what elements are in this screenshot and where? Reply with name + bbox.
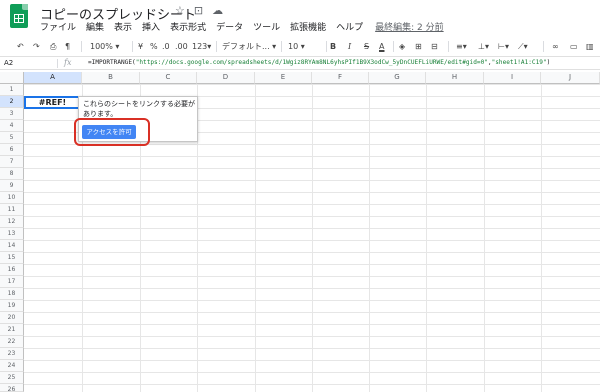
row-header[interactable]: 8 <box>0 168 24 180</box>
row-header[interactable]: 7 <box>0 156 24 168</box>
print-icon[interactable]: ⎙ <box>50 38 56 55</box>
move-folder-icon[interactable]: ⊡ <box>194 4 203 17</box>
row-header[interactable]: 19 <box>0 300 24 312</box>
strikethrough-button[interactable]: S <box>364 38 369 55</box>
row-header[interactable]: 18 <box>0 288 24 300</box>
horizontal-align-icon[interactable]: ≡▾ <box>456 38 467 55</box>
toolbar: ↶ ↷ ⎙ ¶ 100% ▾ ¥ % .0 .00 123▾ デフォルト... … <box>0 38 600 55</box>
cloud-status-icon[interactable]: ☁ <box>212 4 223 17</box>
star-icon[interactable]: ☆ <box>175 4 185 17</box>
menu-tools[interactable]: ツール <box>253 20 280 33</box>
row-header[interactable]: 11 <box>0 204 24 216</box>
row-header[interactable]: 21 <box>0 324 24 336</box>
decrease-decimal-button[interactable]: .0 <box>162 38 170 55</box>
formula-bar: A2 fx =IMPORTRANGE("https://docs.google.… <box>0 56 600 70</box>
popup-message: これらのシートをリンクする必要があります。 <box>83 100 195 118</box>
column-header-h[interactable]: H <box>426 72 484 84</box>
menu-view[interactable]: 表示 <box>114 20 132 33</box>
formula-input[interactable]: =IMPORTRANGE("https://docs.google.com/sp… <box>88 59 550 66</box>
menu-edit[interactable]: 編集 <box>86 20 104 33</box>
font-select[interactable]: デフォルト... ▾ <box>222 38 276 55</box>
menu-bar: ファイル 編集 表示 挿入 表示形式 データ ツール 拡張機能 ヘルプ 最終編集… <box>40 20 444 33</box>
row-header[interactable]: 1 <box>0 84 24 96</box>
menu-extensions[interactable]: 拡張機能 <box>290 20 326 33</box>
row-header[interactable]: 24 <box>0 360 24 372</box>
sheets-logo-icon[interactable] <box>10 4 28 28</box>
column-header-a[interactable]: A <box>24 72 82 84</box>
column-header-d[interactable]: D <box>197 72 255 84</box>
number-format-select[interactable]: 123▾ <box>192 38 211 55</box>
title-icons: ☆ ⊡ ☁ <box>175 4 223 17</box>
insert-link-icon[interactable]: ∞ <box>552 38 559 55</box>
menu-help[interactable]: ヘルプ <box>336 20 363 33</box>
menu-format[interactable]: 表示形式 <box>170 20 206 33</box>
vertical-align-icon[interactable]: ⊥▾ <box>478 38 489 55</box>
insert-comment-icon[interactable]: ▭ <box>570 38 578 55</box>
last-edit-link[interactable]: 最終編集: 2 分前 <box>375 20 443 33</box>
increase-decimal-button[interactable]: .00 <box>175 38 188 55</box>
row-header[interactable]: 22 <box>0 336 24 348</box>
insert-chart-icon[interactable]: ▥ <box>586 38 594 55</box>
row-header[interactable]: 23 <box>0 348 24 360</box>
text-wrap-icon[interactable]: ⊢▾ <box>498 38 509 55</box>
row-header[interactable]: 15 <box>0 252 24 264</box>
bold-button[interactable]: B <box>330 38 336 55</box>
row-header[interactable]: 13 <box>0 228 24 240</box>
allow-access-button[interactable]: アクセスを許可 <box>82 125 136 139</box>
percent-format-button[interactable]: % <box>150 38 158 55</box>
fill-color-icon[interactable]: ◈ <box>399 38 405 55</box>
column-header-j[interactable]: J <box>541 72 600 84</box>
column-header-f[interactable]: F <box>312 72 369 84</box>
zoom-select[interactable]: 100% ▾ <box>90 38 119 55</box>
active-cell-a2[interactable]: #REF! <box>24 96 81 109</box>
row-header[interactable]: 3 <box>0 108 24 120</box>
paint-format-icon[interactable]: ¶ <box>65 38 70 55</box>
currency-format-button[interactable]: ¥ <box>138 38 143 55</box>
app-header: コピーのスプレッドシート ☆ ⊡ ☁ ファイル 編集 表示 挿入 表示形式 デー… <box>0 0 600 36</box>
undo-icon[interactable]: ↶ <box>17 38 24 55</box>
row-header[interactable]: 10 <box>0 192 24 204</box>
column-header-i[interactable]: I <box>484 72 541 84</box>
row-header[interactable]: 12 <box>0 216 24 228</box>
column-header-c[interactable]: C <box>140 72 197 84</box>
row-header[interactable]: 14 <box>0 240 24 252</box>
row-header[interactable]: 9 <box>0 180 24 192</box>
column-header-b[interactable]: B <box>82 72 140 84</box>
row-header[interactable]: 25 <box>0 372 24 384</box>
column-header-e[interactable]: E <box>255 72 312 84</box>
font-size-select[interactable]: 10 ▾ <box>288 38 305 55</box>
text-rotation-icon[interactable]: ⟋▾ <box>518 38 528 55</box>
menu-insert[interactable]: 挿入 <box>142 20 160 33</box>
row-header[interactable]: 6 <box>0 144 24 156</box>
menu-data[interactable]: データ <box>216 20 243 33</box>
row-header[interactable]: 20 <box>0 312 24 324</box>
select-all-corner[interactable] <box>0 72 24 84</box>
redo-icon[interactable]: ↷ <box>33 38 40 55</box>
row-header[interactable]: 16 <box>0 264 24 276</box>
fx-icon: fx <box>64 58 72 67</box>
borders-icon[interactable]: ⊞ <box>415 38 422 55</box>
row-header[interactable]: 4 <box>0 120 24 132</box>
column-header-g[interactable]: G <box>369 72 426 84</box>
italic-button[interactable]: I <box>348 38 351 55</box>
row-header[interactable]: 26 <box>0 384 24 392</box>
name-box[interactable]: A2 <box>4 59 13 67</box>
text-color-button[interactable]: A <box>379 38 384 55</box>
row-header[interactable]: 17 <box>0 276 24 288</box>
row-header[interactable]: 5 <box>0 132 24 144</box>
merge-cells-icon[interactable]: ⊟ <box>431 38 438 55</box>
row-header[interactable]: 2 <box>0 96 24 108</box>
menu-file[interactable]: ファイル <box>40 20 76 33</box>
